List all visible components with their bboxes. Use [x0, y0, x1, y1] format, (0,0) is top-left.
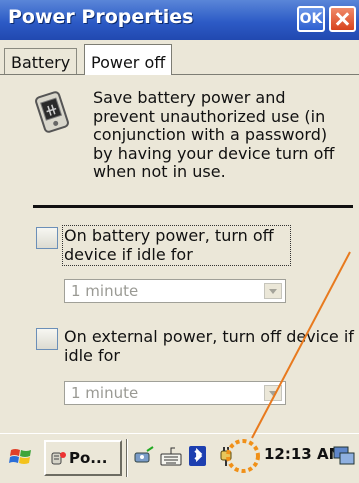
- ok-button[interactable]: OK: [297, 6, 325, 32]
- battery-device-icon: [35, 91, 69, 133]
- chevron-down-icon: [264, 283, 282, 299]
- tab-power-off[interactable]: Power off: [84, 44, 173, 75]
- clock[interactable]: 12:13 AM: [264, 445, 344, 463]
- chevron-down-icon: [264, 385, 282, 401]
- taskbar: Po... 12:13 AM: [0, 433, 359, 483]
- windows-flag-icon[interactable]: [9, 445, 33, 469]
- power-off-description: Save battery power and prevent unauthori…: [93, 88, 335, 182]
- power-properties-icon: [51, 452, 66, 465]
- tab-divider: [0, 74, 359, 75]
- power-plug-icon[interactable]: [215, 445, 237, 467]
- battery-power-label[interactable]: On battery power, turn off device if idl…: [62, 224, 291, 267]
- battery-power-checkbox[interactable]: [36, 227, 58, 249]
- close-button[interactable]: [329, 6, 356, 32]
- separator: [33, 205, 353, 208]
- bluetooth-icon[interactable]: [187, 445, 209, 467]
- tab-battery[interactable]: Battery: [4, 48, 78, 74]
- power-properties-window: Power Properties OK Battery Power off Sa…: [0, 0, 359, 483]
- battery-idle-select: 1 minute: [64, 279, 286, 303]
- show-desktop-icon[interactable]: [333, 445, 355, 467]
- window-title: Power Properties: [8, 6, 194, 28]
- external-power-checkbox[interactable]: [36, 328, 58, 350]
- external-idle-value: 1 minute: [71, 384, 139, 402]
- external-power-label[interactable]: On external power, turn off device if id…: [64, 327, 359, 365]
- network-icon[interactable]: [133, 445, 155, 467]
- title-bar: Power Properties OK: [0, 0, 359, 40]
- keyboard-icon[interactable]: [160, 445, 182, 467]
- battery-idle-value: 1 minute: [71, 282, 139, 300]
- tray-separator: [126, 439, 127, 477]
- external-idle-select: 1 minute: [64, 381, 286, 405]
- task-button-power-properties[interactable]: Po...: [44, 440, 122, 476]
- task-button-label: Po...: [69, 449, 108, 467]
